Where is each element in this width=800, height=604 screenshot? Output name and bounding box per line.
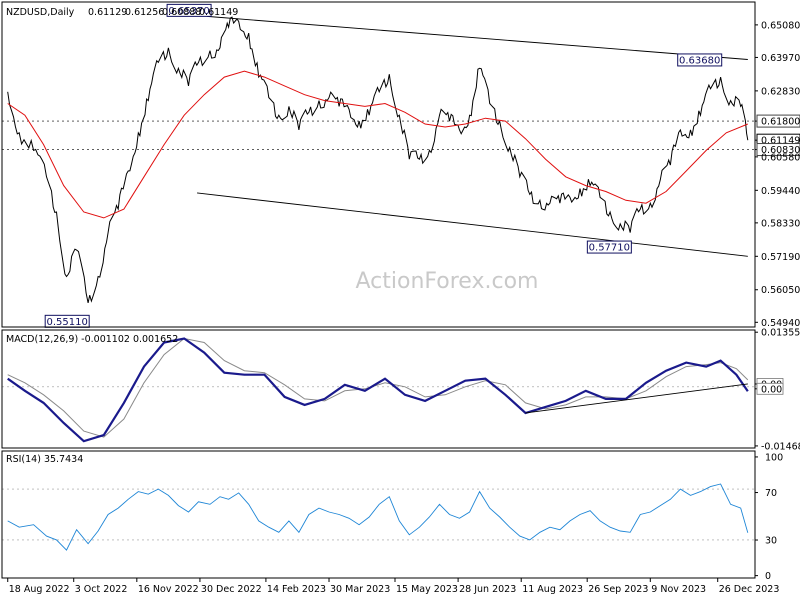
- macd-ytick-label-2: 0.00: [761, 384, 782, 395]
- xtick-label-11: 26 Dec 2023: [719, 584, 780, 595]
- rsi-panel-title: RSI(14) 35.7434: [6, 454, 83, 465]
- xtick-label-10: 9 Nov 2023: [651, 584, 706, 595]
- xtick-label-0: 18 Aug 2022: [9, 584, 70, 595]
- ohlc-close: 0.61149: [199, 7, 238, 18]
- annotation-label-2: 0.57710: [589, 243, 630, 254]
- xtick-label-3: 30 Dec 2022: [201, 584, 262, 595]
- price-ytick-label-1: 0.63970: [761, 53, 800, 64]
- rsi-ytick-label-0: 100: [765, 452, 783, 463]
- rsi-ytick-label-1: 70: [765, 488, 777, 499]
- macd-ytick-label-0: 0.013555: [761, 328, 800, 339]
- xtick-label-4: 14 Feb 2023: [267, 584, 326, 595]
- nzdusd-chart-svg: ActionForex.com 0.653700.636800.577100.5…: [0, 0, 800, 600]
- ohlc-open: 0.61129: [88, 7, 127, 18]
- watermark: ActionForex.com: [356, 269, 539, 294]
- xtick-label-2: 16 Nov 2022: [138, 584, 199, 595]
- price-ytick-label-3: 0.61800: [761, 117, 800, 128]
- price-panel-title: NZDUSD,Daily: [6, 7, 75, 18]
- annotation-label-3: 0.55110: [47, 317, 88, 328]
- ohlc-low: 0.60888: [162, 7, 201, 18]
- price-ytick-label-10: 0.56050: [761, 285, 800, 296]
- price-ytick-label-6: 0.60580: [761, 152, 800, 163]
- xtick-label-9: 26 Sep 2023: [588, 584, 648, 595]
- rsi-ytick-label-2: 30: [765, 536, 777, 547]
- price-ytick-label-8: 0.58330: [761, 218, 800, 229]
- macd-ytick-label-3: -0.014684: [761, 441, 800, 452]
- price-ytick-label-0: 0.65080: [761, 20, 800, 31]
- ohlc-high: 0.61256: [125, 7, 164, 18]
- chart-root: ActionForex.com 0.65370 0.63680 0.57710 0.5…: [0, 0, 800, 600]
- xtick-label-5: 30 Mar 2023: [330, 584, 390, 595]
- macd-panel-title: MACD(12,26,9) -0.001102 0.001652: [6, 334, 178, 345]
- rsi-ytick-label-3: 0: [765, 571, 771, 582]
- price-ytick-label-2: 0.62830: [761, 86, 800, 97]
- price-ytick-label-7: 0.59440: [761, 186, 800, 197]
- annotation-label-1: 0.63680: [679, 55, 720, 66]
- xtick-label-6: 15 May 2023: [396, 584, 458, 595]
- xtick-label-1: 3 Oct 2022: [75, 584, 128, 595]
- xtick-label-7: 28 Jun 2023: [459, 584, 516, 595]
- xtick-label-8: 11 Aug 2023: [522, 584, 583, 595]
- price-ytick-label-9: 0.57190: [761, 252, 800, 263]
